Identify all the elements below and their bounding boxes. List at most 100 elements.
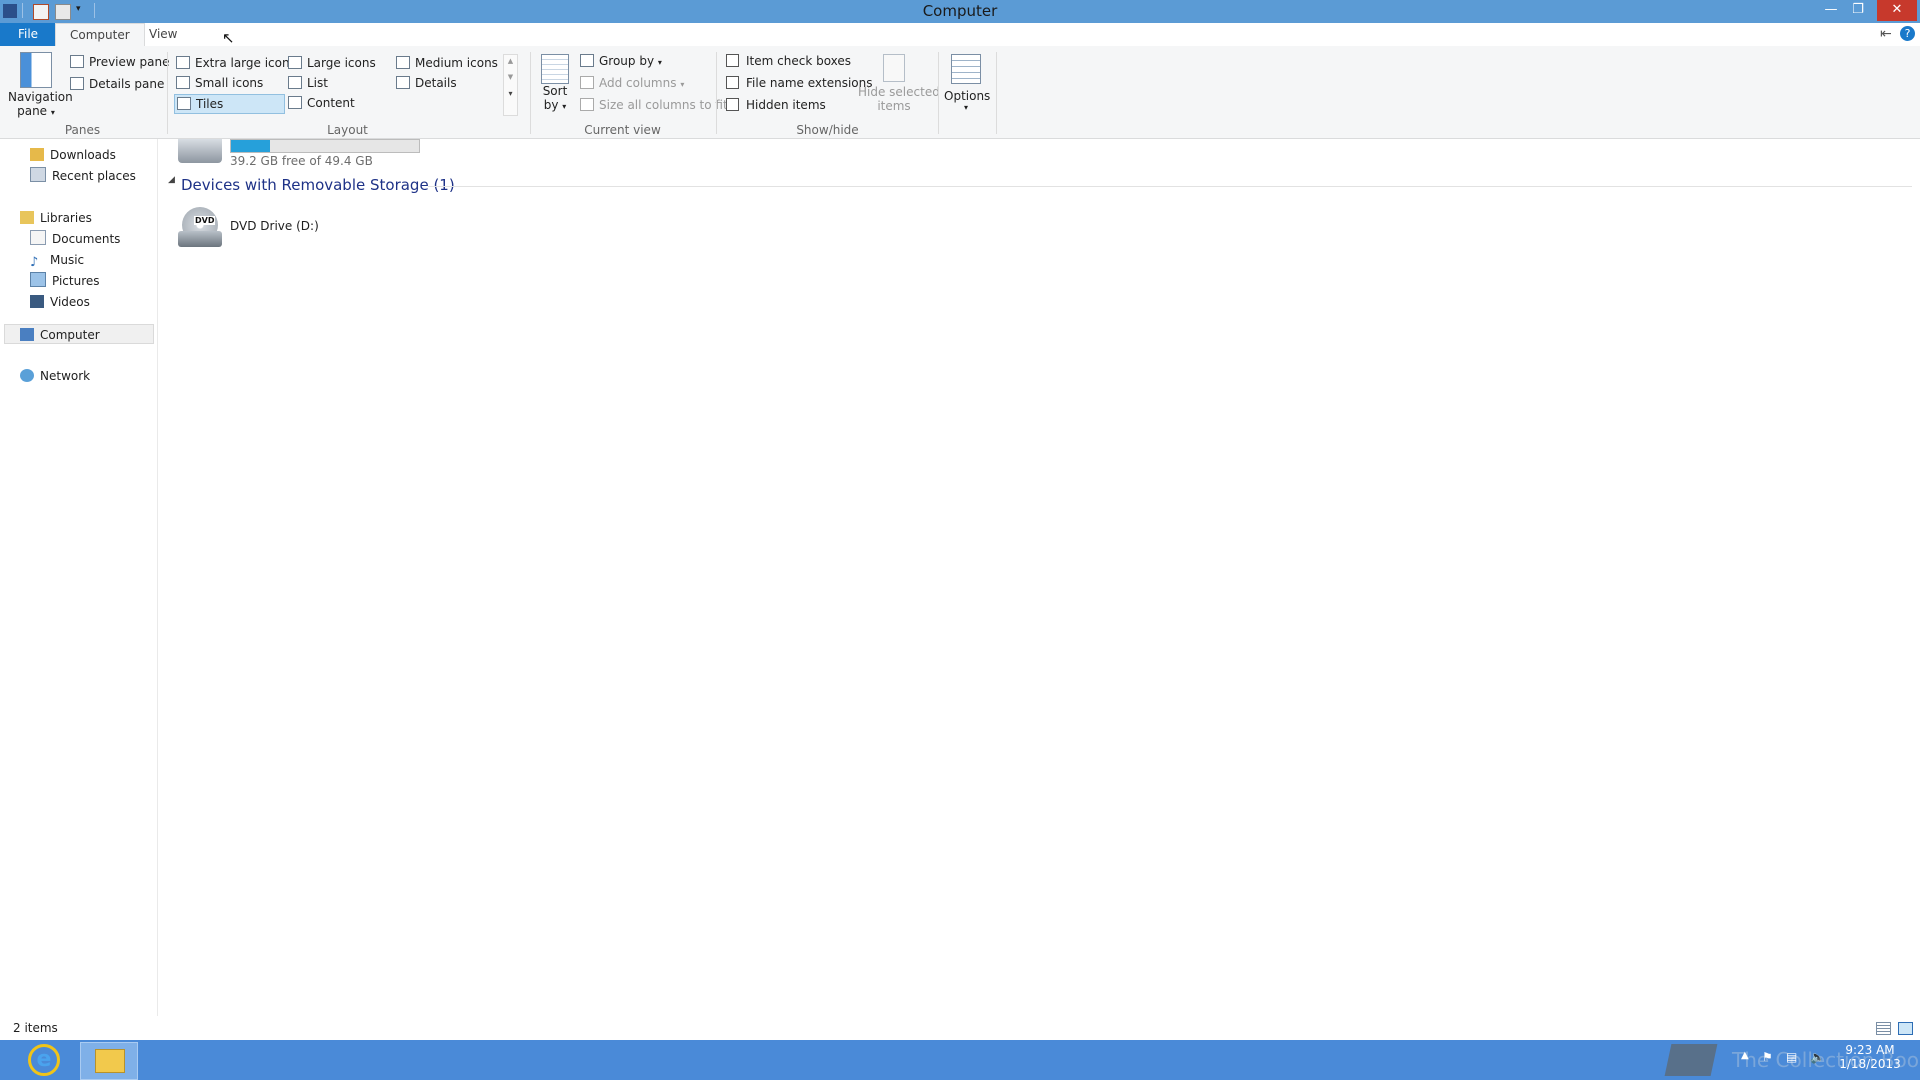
status-bar: 2 items [0, 1016, 1920, 1039]
layout-details[interactable]: Details [396, 76, 457, 90]
extra-large-icons-label: Extra large icons [195, 56, 296, 70]
dropdown-arrow-icon: ▾ [963, 103, 968, 112]
item-count: 2 items [13, 1021, 58, 1035]
nav-item-label: Recent places [52, 169, 136, 183]
navigation-pane-label: Navigation [8, 90, 73, 104]
hide-selected-label-2: items [877, 99, 911, 113]
layout-extra-large-icons[interactable]: Extra large icons [176, 56, 296, 70]
nav-item-documents[interactable]: Documents [30, 229, 120, 249]
dvd-badge: DVD [194, 216, 216, 225]
layout-list[interactable]: List [288, 76, 328, 90]
size-all-columns-button[interactable]: Size all columns to fit [580, 98, 728, 112]
nav-item-libraries[interactable]: Libraries [20, 208, 92, 228]
nav-item-label: Music [50, 253, 85, 267]
nav-item-label: Libraries [40, 211, 92, 225]
checkbox-icon[interactable] [726, 98, 739, 111]
add-columns-button[interactable]: Add columns ▾ [580, 76, 684, 90]
scroll-up-icon[interactable]: ▲ [504, 55, 517, 67]
nav-item-videos[interactable]: Videos [30, 292, 90, 312]
preview-pane-button[interactable]: Preview pane [70, 55, 169, 69]
small-icons-label: Small icons [195, 76, 264, 90]
documents-icon [30, 230, 46, 245]
navigation-pane-button[interactable]: Navigation pane ▾ [8, 52, 73, 118]
layout-tiles[interactable]: Tiles [174, 94, 285, 114]
book-watermark-icon [1664, 1044, 1718, 1076]
close-button[interactable]: ✕ [1877, 0, 1917, 21]
large-icons-icon [288, 56, 302, 69]
internet-explorer-icon[interactable]: e [28, 1044, 60, 1076]
group-header-removable-storage[interactable]: Devices with Removable Storage (1) [181, 176, 455, 194]
nav-item-label: Network [40, 369, 91, 383]
dropdown-arrow-icon: ▾ [657, 58, 662, 67]
file-name-extensions-toggle[interactable]: File name extensions [726, 76, 873, 90]
nav-item-label: Videos [50, 295, 90, 309]
layout-small-icons[interactable]: Small icons [176, 76, 263, 90]
sort-by-button[interactable]: Sort by ▾ [538, 54, 572, 112]
options-button[interactable]: Options ▾ [944, 54, 991, 112]
action-center-flag-icon[interactable]: ⚑ [1762, 1050, 1773, 1064]
dvd-drive-icon: DVD [178, 205, 222, 249]
videos-icon [30, 295, 44, 308]
drive-usage-bar [230, 139, 420, 153]
file-explorer-taskbar-button[interactable] [80, 1042, 138, 1080]
options-label: Options [944, 89, 991, 103]
layout-gallery-scroll[interactable]: ▲ ▼ ▾ [503, 54, 518, 116]
hide-selected-icon [883, 54, 905, 82]
hidden-items-toggle[interactable]: Hidden items [726, 98, 826, 112]
show-hidden-icons-icon[interactable]: ▲ [1741, 1050, 1749, 1061]
sort-by-label-2: by ▾ [543, 98, 567, 112]
item-check-boxes-label: Item check boxes [746, 54, 852, 68]
group-label-show-hide: Show/hide [796, 123, 859, 137]
help-icon[interactable]: ? [1900, 26, 1915, 41]
title-bar: ▾ Computer — ❐ ✕ [0, 0, 1920, 23]
dvd-drive-tile[interactable]: DVD DVD Drive (D:) [176, 205, 416, 251]
layout-medium-icons[interactable]: Medium icons [396, 56, 498, 70]
extra-large-icons-icon [176, 56, 190, 69]
tab-file[interactable]: File [0, 23, 56, 46]
scroll-down-icon[interactable]: ▼ [504, 67, 517, 87]
group-separator [938, 52, 939, 134]
folder-icon [95, 1049, 125, 1073]
collapse-group-icon[interactable]: ◢ [168, 175, 175, 185]
checkbox-icon[interactable] [726, 54, 739, 67]
tab-computer[interactable]: Computer [55, 23, 145, 46]
group-by-button[interactable]: Group by ▾ [580, 54, 662, 68]
nav-item-music[interactable]: ♪ Music [30, 250, 84, 270]
restore-button[interactable]: ❐ [1845, 0, 1871, 21]
ribbon-tabs: File Computer View ↖ ⇤ ? [0, 23, 1920, 47]
checkbox-icon[interactable] [726, 76, 739, 89]
medium-icons-icon [396, 56, 410, 69]
tab-view[interactable]: View [135, 23, 191, 46]
minimize-ribbon-icon[interactable]: ⇤ [1880, 26, 1892, 42]
navigation-pane-icon [20, 52, 52, 88]
nav-item-downloads[interactable]: Downloads [30, 145, 116, 165]
group-separator [167, 52, 168, 134]
clock[interactable]: 9:23 AM 1/18/2013 [1838, 1043, 1902, 1071]
mouse-cursor-icon: ↖ [222, 29, 235, 47]
nav-item-network[interactable]: Network [20, 366, 90, 386]
nav-item-recent-places[interactable]: Recent places [30, 166, 136, 186]
volume-icon[interactable]: 🔈 [1810, 1050, 1825, 1064]
details-icon [396, 76, 410, 89]
nav-item-pictures[interactable]: Pictures [30, 271, 100, 291]
details-pane-button[interactable]: Details pane [70, 77, 164, 91]
minimize-button[interactable]: — [1818, 0, 1844, 21]
drive-c-tile[interactable]: 39.2 GB free of 49.4 GB [178, 139, 420, 168]
nav-item-label: Downloads [50, 148, 116, 162]
network-tray-icon[interactable]: ▤ [1786, 1050, 1797, 1064]
group-by-label: Group by [599, 54, 655, 68]
group-separator [716, 52, 717, 134]
tiles-label: Tiles [196, 97, 224, 111]
dropdown-arrow-icon: ▾ [562, 102, 567, 111]
folder-options-icon [951, 54, 981, 84]
gallery-expand-icon[interactable]: ▾ [504, 87, 517, 101]
layout-large-icons[interactable]: Large icons [288, 56, 376, 70]
nav-item-computer[interactable]: Computer [4, 324, 154, 344]
item-check-boxes-toggle[interactable]: Item check boxes [726, 54, 851, 68]
hide-selected-items-button[interactable]: Hide selected items [858, 54, 940, 113]
sort-by-label: Sort [542, 84, 568, 98]
details-view-icon[interactable] [1876, 1022, 1891, 1035]
small-icons-icon [176, 76, 190, 89]
large-icons-view-icon[interactable] [1898, 1022, 1913, 1035]
layout-content[interactable]: Content [288, 96, 355, 110]
